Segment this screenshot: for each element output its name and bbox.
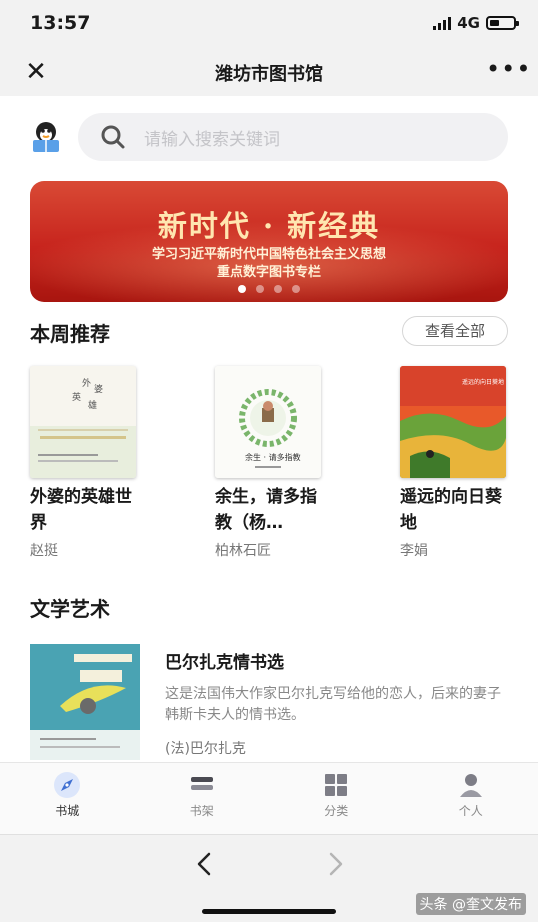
status-indicators: 4G (433, 14, 519, 32)
book-card[interactable]: 外 婆 英 雄 外婆的英雄世界 赵挺 (30, 366, 148, 560)
tab-bookshelf[interactable]: 书架 (135, 763, 270, 834)
bookshelf-icon (190, 777, 213, 790)
tab-label: 分类 (324, 804, 349, 818)
tab-bar: 书城 书架 分类 个人 (0, 762, 538, 834)
compass-icon (54, 772, 81, 798)
svg-text:外: 外 (82, 377, 91, 389)
grid-icon (325, 774, 348, 796)
book-author: (法)巴尔扎克 (165, 741, 246, 757)
book-card[interactable]: 遥远的向日葵地 遥远的向日葵地 李娟 (400, 366, 518, 560)
forward-arrow-icon (329, 852, 343, 876)
tab-label: 书城 (55, 804, 80, 818)
book-author: 李娟 (400, 543, 428, 559)
book-title: 外婆的英雄世界 (30, 487, 132, 533)
tab-bookstore[interactable]: 书城 (0, 763, 135, 834)
battery-icon (486, 16, 519, 30)
mascot-icon[interactable] (30, 120, 62, 154)
book-cover: 外 婆 英 雄 (30, 366, 136, 478)
book-cover: 遥远的向日葵地 (400, 366, 506, 478)
search-placeholder: 请输入搜索关键词 (144, 129, 280, 150)
book-cover (30, 644, 140, 760)
view-all-button[interactable]: 查看全部 (402, 316, 508, 346)
section-title-weekly: 本周推荐 (30, 322, 110, 346)
watermark: 头条 @奎文发布 (415, 893, 526, 915)
svg-text:婆: 婆 (94, 383, 103, 395)
book-title: 余生，请多指教（杨… (215, 487, 317, 533)
carousel-dot[interactable] (238, 285, 246, 293)
tab-label: 个人 (458, 804, 483, 818)
carousel-dots (30, 285, 508, 293)
close-icon[interactable]: ✕ (20, 58, 52, 86)
svg-text:雄: 雄 (88, 399, 97, 411)
more-icon[interactable]: ••• (486, 57, 530, 82)
book-author: 赵挺 (30, 543, 58, 559)
signal-icon (433, 16, 452, 30)
book-card[interactable]: 余生 · 请多指教 余生，请多指教（杨… 柏林石匠 (215, 366, 333, 560)
tab-categories[interactable]: 分类 (269, 763, 404, 834)
back-arrow-icon[interactable] (190, 849, 220, 879)
browser-toolbar: 头条 @奎文发布 (0, 834, 538, 922)
book-author: 柏林石匠 (215, 543, 271, 559)
home-indicator[interactable] (202, 909, 336, 914)
carousel-dot[interactable] (274, 285, 282, 293)
svg-text:遥远的向日葵地: 遥远的向日葵地 (462, 378, 504, 386)
banner-subtitle-2: 重点数字图书专栏 (216, 265, 321, 280)
status-time: 13:57 (30, 12, 91, 34)
list-item[interactable]: 巴尔扎克情书选 这是法国伟大作家巴尔扎克写给他的恋人，后来的妻子韩斯卡夫人的情书… (30, 644, 508, 760)
network-type: 4G (457, 14, 480, 32)
search-icon (101, 125, 125, 149)
book-title: 巴尔扎克情书选 (165, 653, 284, 673)
tab-profile[interactable]: 个人 (404, 763, 538, 834)
page-title: 潍坊市图书馆 (215, 64, 323, 85)
carousel-dot[interactable] (292, 285, 300, 293)
carousel-dot[interactable] (256, 285, 264, 293)
banner-subtitle: 学习习近平新时代中国特色社会主义思想 (151, 247, 386, 262)
nav-bar: ✕ 潍坊市图书馆 ••• (0, 48, 538, 96)
book-cover: 余生 · 请多指教 (215, 366, 321, 478)
banner-title: 新时代 · 新经典 (157, 209, 381, 243)
book-title: 遥远的向日葵地 (400, 487, 502, 533)
book-description: 这是法国伟大作家巴尔扎克写给他的恋人，后来的妻子韩斯卡夫人的情书选。 (165, 686, 501, 723)
user-icon (459, 774, 482, 797)
search-input[interactable]: 请输入搜索关键词 (78, 113, 508, 161)
section-title-literature: 文学艺术 (30, 597, 110, 621)
status-bar: 13:57 4G (0, 0, 538, 48)
promo-banner[interactable]: 新时代 · 新经典 学习习近平新时代中国特色社会主义思想 重点数字图书专栏 (30, 181, 508, 302)
svg-text:余生 · 请多指教: 余生 · 请多指教 (245, 452, 301, 462)
svg-text:英: 英 (72, 391, 81, 403)
tab-label: 书架 (189, 804, 214, 818)
